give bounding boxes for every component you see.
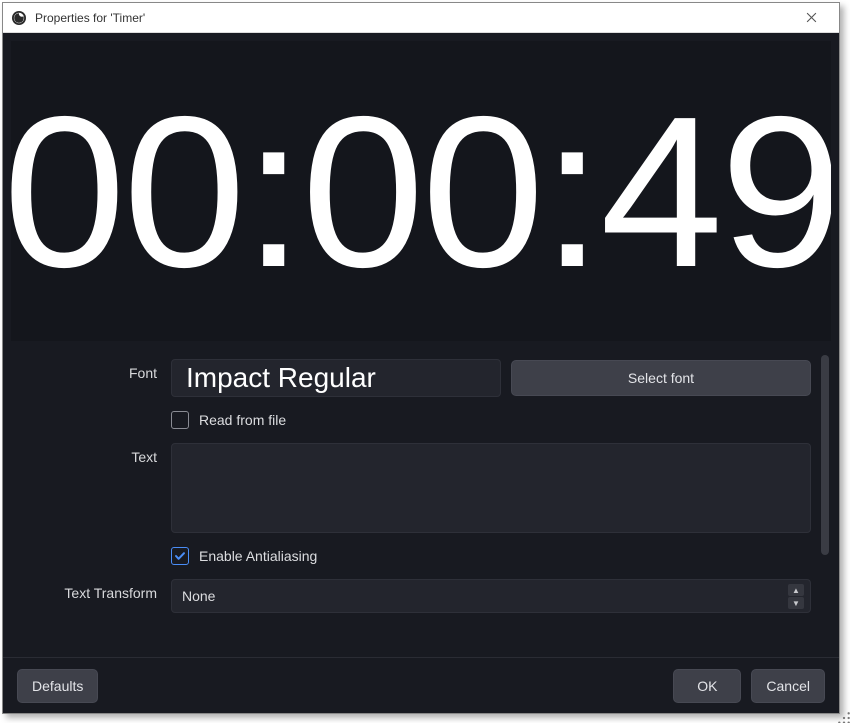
dialog-footer: Defaults OK Cancel (3, 657, 839, 713)
properties-panel: Font Impact Regular Select font Read fro… (3, 341, 839, 657)
ok-button[interactable]: OK (673, 669, 741, 703)
select-font-button[interactable]: Select font (511, 360, 811, 396)
scrollbar-thumb[interactable] (821, 355, 829, 555)
text-transform-label: Text Transform (11, 579, 171, 601)
read-from-file-checkbox[interactable] (171, 411, 189, 429)
read-from-file-label: Read from file (199, 412, 286, 428)
enable-antialiasing-checkbox[interactable] (171, 547, 189, 565)
window-title: Properties for 'Timer' (35, 11, 783, 25)
cancel-button[interactable]: Cancel (751, 669, 825, 703)
properties-dialog: Properties for 'Timer' 00:00:49 Font Imp… (2, 2, 840, 714)
preview-text: 00:00:49 (11, 84, 831, 299)
text-transform-value: None (182, 588, 215, 604)
resize-grip-icon[interactable] (837, 711, 850, 723)
enable-antialiasing-label: Enable Antialiasing (199, 548, 317, 564)
chevron-up-icon[interactable]: ▲ (788, 584, 804, 596)
text-label: Text (11, 443, 171, 465)
close-button[interactable] (791, 4, 831, 32)
text-transform-select[interactable]: None ▲ ▼ (171, 579, 811, 613)
titlebar: Properties for 'Timer' (3, 3, 839, 33)
chevron-down-icon[interactable]: ▼ (788, 597, 804, 609)
obs-icon (11, 10, 27, 26)
dialog-body: 00:00:49 Font Impact Regular Select font… (3, 33, 839, 713)
select-spinner[interactable]: ▲ ▼ (788, 584, 804, 609)
font-label: Font (11, 359, 171, 381)
defaults-button[interactable]: Defaults (17, 669, 98, 703)
preview-area: 00:00:49 (11, 41, 831, 341)
text-input[interactable] (171, 443, 811, 533)
font-display: Impact Regular (171, 359, 501, 397)
